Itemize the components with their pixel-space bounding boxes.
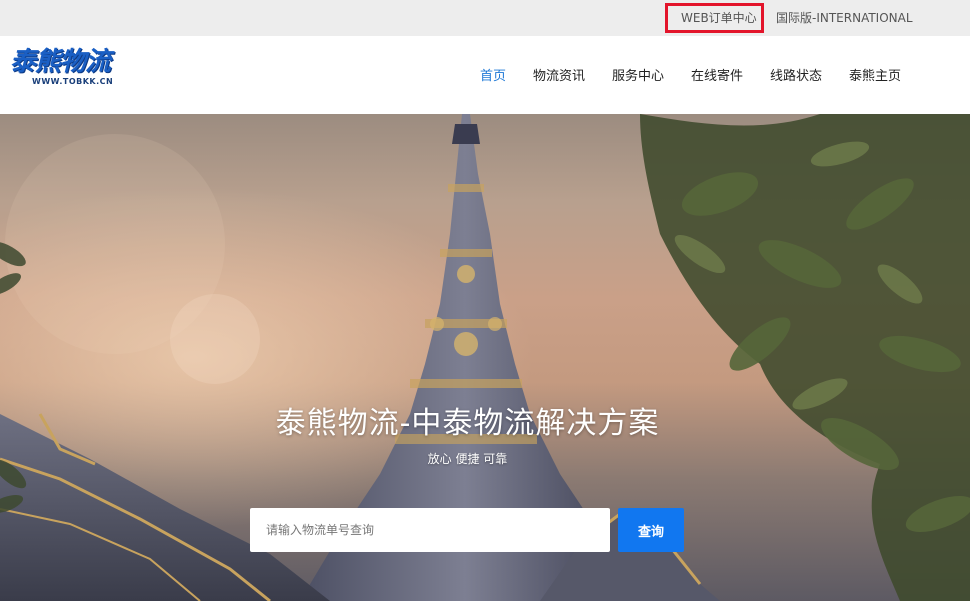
- hero-banner: 泰熊物流-中泰物流解决方案 放心 便捷 可靠 查询: [0, 114, 970, 601]
- site-header: 泰熊物流 WWW.TOBKK.CN 首页 物流资讯 服务中心 在线寄件 线路状态…: [0, 36, 970, 114]
- hero-subtitle: 放心 便捷 可靠: [427, 452, 508, 466]
- tracking-number-search-input[interactable]: [250, 508, 610, 552]
- nav-item-route-status[interactable]: 线路状态: [770, 68, 822, 86]
- hero-title: 泰熊物流-中泰物流解决方案: [275, 406, 660, 441]
- top-utility-bar: WEB订单中心 国际版-INTERNATIONAL: [0, 0, 970, 36]
- nav-item-service-center[interactable]: 服务中心: [612, 68, 664, 86]
- logo-wordmark: 泰熊物流: [10, 47, 111, 77]
- international-version-link[interactable]: 国际版-INTERNATIONAL: [776, 10, 913, 26]
- nav-item-logistics-news[interactable]: 物流资讯: [533, 68, 585, 86]
- nav-item-home[interactable]: 首页: [480, 68, 506, 86]
- nav-item-online-shipping[interactable]: 在线寄件: [691, 68, 743, 86]
- web-order-center-link[interactable]: WEB订单中心: [681, 10, 757, 26]
- search-button[interactable]: 查询: [618, 508, 684, 552]
- nav-item-taixiong-homepage[interactable]: 泰熊主页: [849, 68, 901, 86]
- logo-url: WWW.TOBKK.CN: [32, 77, 114, 86]
- site-logo[interactable]: 泰熊物流 WWW.TOBKK.CN: [10, 48, 140, 90]
